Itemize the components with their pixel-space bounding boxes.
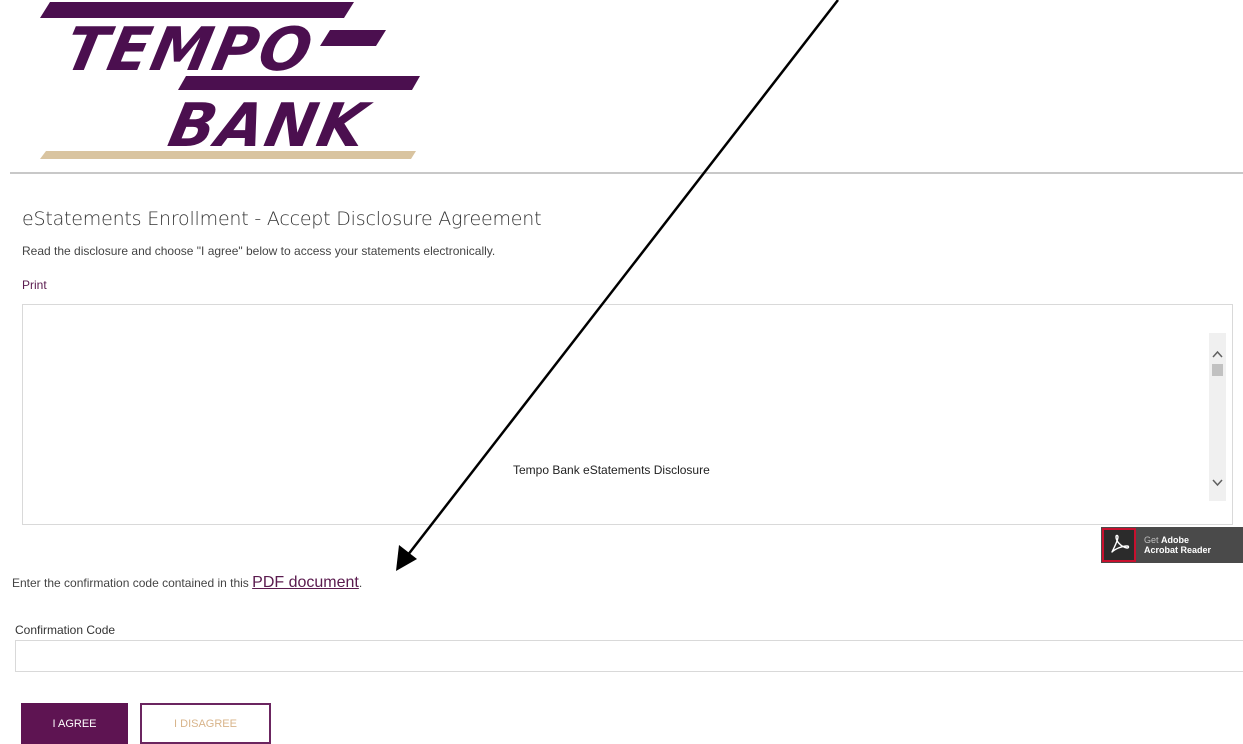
disclosure-frame[interactable]: Tempo Bank eStatements Disclosure xyxy=(22,304,1233,525)
acrobat-reader-icon xyxy=(1102,528,1136,562)
pdf-document-link[interactable]: PDF document xyxy=(252,574,359,591)
intro-text: Read the disclosure and choose "I agree"… xyxy=(22,244,496,258)
disagree-button[interactable]: I DISAGREE xyxy=(140,703,271,744)
get-acrobat-reader-badge[interactable]: Get Adobe Acrobat Reader xyxy=(1101,527,1243,563)
agree-button[interactable]: I AGREE xyxy=(21,703,128,744)
page: TEMPO BANK eStatements Enrollment - Acce… xyxy=(0,0,1243,744)
disclosure-scrollbar[interactable] xyxy=(1209,333,1226,501)
chevron-up-icon[interactable] xyxy=(1209,345,1226,362)
instruction-prefix: Enter the confirmation code contained in… xyxy=(12,576,253,590)
confirmation-code-input[interactable] xyxy=(15,640,1243,672)
print-link[interactable]: Print xyxy=(22,278,47,292)
logo-line2: BANK xyxy=(163,92,376,161)
chevron-down-icon[interactable] xyxy=(1209,474,1226,491)
acrobat-line2: Acrobat Reader xyxy=(1144,545,1212,555)
logo-line1: TEMPO xyxy=(59,16,320,85)
scroll-thumb[interactable] xyxy=(1212,364,1223,376)
confirmation-instruction: Enter the confirmation code contained in… xyxy=(12,574,362,592)
header-divider xyxy=(10,172,1243,174)
acrobat-line1: Adobe xyxy=(1161,535,1190,545)
acrobat-badge-text: Get Adobe Acrobat Reader xyxy=(1144,535,1211,555)
tempo-bank-logo[interactable]: TEMPO BANK xyxy=(36,0,426,165)
page-title: eStatements Enrollment - Accept Disclosu… xyxy=(22,208,542,230)
logo-graphic: TEMPO BANK xyxy=(40,2,420,161)
instruction-suffix: . xyxy=(358,576,363,590)
confirmation-code-label: Confirmation Code xyxy=(15,623,116,637)
acrobat-get: Get xyxy=(1144,535,1159,545)
disclosure-heading: Tempo Bank eStatements Disclosure xyxy=(513,463,710,477)
